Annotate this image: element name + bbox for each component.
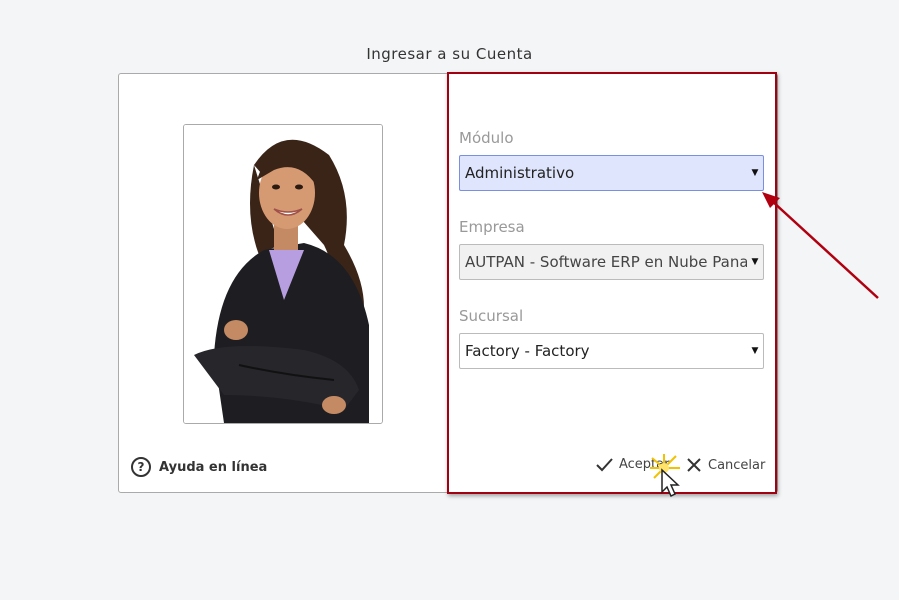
sucursal-select[interactable]: Factory - Factory ▼ bbox=[459, 333, 764, 369]
modulo-value: Administrativo bbox=[465, 164, 575, 182]
close-icon bbox=[687, 458, 701, 472]
annotation-arrow-icon bbox=[762, 192, 879, 299]
empresa-select[interactable]: AUTPAN - Software ERP en Nube Pana ▼ bbox=[459, 244, 764, 280]
checkmark-icon bbox=[596, 457, 613, 471]
question-icon: ? bbox=[131, 457, 151, 477]
dropdown-arrow-icon: ▼ bbox=[751, 168, 759, 178]
help-link[interactable]: ? Ayuda en línea bbox=[131, 457, 267, 477]
cancel-button[interactable]: Cancelar bbox=[686, 457, 765, 473]
sucursal-value: Factory - Factory bbox=[465, 342, 590, 360]
empresa-value: AUTPAN - Software ERP en Nube Pana bbox=[465, 253, 747, 271]
page-title: Ingresar a su Cuenta bbox=[366, 45, 533, 63]
cancel-label: Cancelar bbox=[708, 457, 766, 473]
modulo-select[interactable]: Administrativo ▼ bbox=[459, 155, 764, 191]
empresa-label: Empresa bbox=[459, 218, 525, 236]
modulo-label: Módulo bbox=[459, 129, 514, 147]
cursor-icon bbox=[650, 454, 680, 498]
dropdown-arrow-icon: ▼ bbox=[751, 346, 759, 356]
help-label: Ayuda en línea bbox=[159, 459, 268, 475]
sucursal-label: Sucursal bbox=[459, 307, 524, 325]
user-photo bbox=[183, 124, 383, 424]
